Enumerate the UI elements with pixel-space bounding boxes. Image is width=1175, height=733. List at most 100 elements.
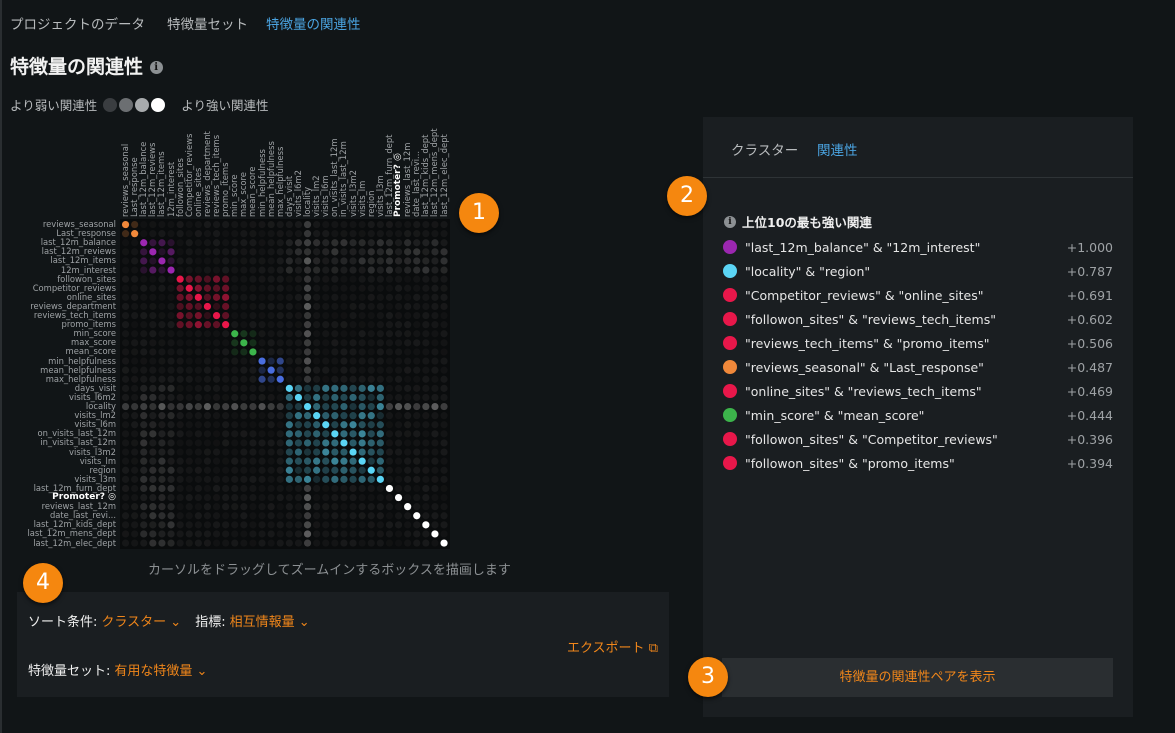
matrix-cell[interactable] <box>267 266 275 274</box>
matrix-cell[interactable] <box>285 457 293 465</box>
matrix-cell[interactable] <box>331 493 339 502</box>
matrix-cell[interactable] <box>203 284 212 292</box>
matrix-cell[interactable] <box>276 393 284 402</box>
matrix-cell[interactable] <box>158 339 166 347</box>
matrix-cell[interactable] <box>176 248 184 256</box>
matrix-cell[interactable] <box>376 275 384 283</box>
matrix-cell[interactable] <box>249 284 257 292</box>
matrix-cell[interactable] <box>140 257 148 265</box>
matrix-cell[interactable] <box>212 366 221 374</box>
matrix-cell[interactable] <box>349 284 357 292</box>
matrix-cell[interactable] <box>322 421 330 429</box>
matrix-cell[interactable] <box>176 521 184 529</box>
matrix-cell[interactable] <box>313 357 321 365</box>
matrix-cell[interactable] <box>367 475 375 483</box>
matrix-cell[interactable] <box>185 430 193 438</box>
matrix-cell[interactable] <box>240 448 248 456</box>
matrix-cell[interactable] <box>149 366 157 374</box>
matrix-cell[interactable] <box>276 257 284 265</box>
matrix-cell[interactable] <box>303 239 312 247</box>
matrix-cell[interactable] <box>294 266 303 274</box>
matrix-cell[interactable] <box>131 302 139 311</box>
matrix-cell[interactable] <box>340 384 348 392</box>
matrix-cell[interactable] <box>249 266 257 274</box>
matrix-cell[interactable] <box>340 439 348 447</box>
matrix-cell[interactable] <box>140 475 148 483</box>
matrix-cell[interactable] <box>185 311 193 320</box>
matrix-cell[interactable] <box>194 530 202 538</box>
matrix-cell[interactable] <box>331 421 339 429</box>
matrix-cell[interactable] <box>158 402 166 411</box>
matrix-cell[interactable] <box>212 521 221 529</box>
matrix-cell[interactable] <box>267 239 275 247</box>
matrix-cell[interactable] <box>231 439 239 447</box>
matrix-cell[interactable] <box>367 421 375 429</box>
matrix-cell[interactable] <box>376 257 384 265</box>
matrix-cell[interactable] <box>358 384 366 392</box>
matrix-cell[interactable] <box>267 402 275 411</box>
matrix-cell[interactable] <box>385 402 394 411</box>
matrix-cell[interactable] <box>440 321 448 329</box>
matrix-cell[interactable] <box>158 521 166 529</box>
matrix-cell[interactable] <box>121 366 130 374</box>
matrix-cell[interactable] <box>385 421 394 429</box>
matrix-cell[interactable] <box>340 311 348 320</box>
matrix-cell[interactable] <box>258 493 266 502</box>
matrix-cell[interactable] <box>404 302 412 311</box>
matrix-cell[interactable] <box>385 302 394 311</box>
matrix-cell[interactable] <box>149 475 157 483</box>
matrix-cell[interactable] <box>331 439 339 447</box>
matrix-cell[interactable] <box>303 457 312 465</box>
matrix-cell[interactable] <box>267 475 275 483</box>
matrix-cell[interactable] <box>194 539 202 547</box>
matrix-cell[interactable] <box>313 448 321 456</box>
matrix-cell[interactable] <box>167 375 175 383</box>
matrix-cell[interactable] <box>404 457 412 465</box>
matrix-cell[interactable] <box>413 275 421 283</box>
matrix-cell[interactable] <box>176 230 184 238</box>
matrix-cell[interactable] <box>385 293 394 301</box>
matrix-cell[interactable] <box>203 357 212 365</box>
matrix-cell[interactable] <box>331 239 339 247</box>
matrix-cell[interactable] <box>358 448 366 456</box>
matrix-cell[interactable] <box>303 230 312 238</box>
matrix-cell[interactable] <box>422 275 430 283</box>
matrix-cell[interactable] <box>367 466 375 474</box>
matrix-cell[interactable] <box>331 412 339 420</box>
matrix-cell[interactable] <box>322 412 330 420</box>
matrix-cell[interactable] <box>422 448 430 456</box>
matrix-cell[interactable] <box>413 266 421 274</box>
matrix-cell[interactable] <box>194 402 202 411</box>
matrix-cell[interactable] <box>422 466 430 474</box>
association-pair[interactable]: "min_score" & "mean_score" +0.444 <box>723 405 1113 425</box>
matrix-cell[interactable] <box>222 448 230 456</box>
matrix-cell[interactable] <box>376 348 384 356</box>
matrix-cell[interactable] <box>349 375 357 383</box>
matrix-cell[interactable] <box>358 284 366 292</box>
matrix-cell[interactable] <box>249 475 257 483</box>
matrix-cell[interactable] <box>176 266 184 274</box>
breadcrumb-project-data[interactable]: プロジェクトのデータ <box>10 13 145 33</box>
matrix-cell[interactable] <box>331 457 339 465</box>
matrix-cell[interactable] <box>158 384 166 392</box>
matrix-cell[interactable] <box>340 493 348 502</box>
matrix-cell[interactable] <box>394 466 403 474</box>
matrix-cell[interactable] <box>194 375 202 383</box>
row-label[interactable]: last_12m_elec_dept <box>33 538 116 548</box>
column-label[interactable]: last_12m_elec_dept <box>439 134 449 217</box>
matrix-cell[interactable] <box>313 412 321 420</box>
matrix-cell[interactable] <box>212 321 221 329</box>
matrix-cell[interactable] <box>140 357 148 365</box>
matrix-cell[interactable] <box>276 384 284 392</box>
matrix-cell[interactable] <box>385 484 394 493</box>
association-pair[interactable]: "locality" & "region" +0.787 <box>723 261 1113 281</box>
matrix-cell[interactable] <box>158 457 166 465</box>
matrix-cell[interactable] <box>158 330 166 338</box>
matrix-cell[interactable] <box>394 493 403 502</box>
matrix-cell[interactable] <box>440 257 448 265</box>
matrix-cell[interactable] <box>422 475 430 483</box>
matrix-cell[interactable] <box>176 475 184 483</box>
matrix-cell[interactable] <box>222 421 230 429</box>
matrix-cell[interactable] <box>422 375 430 383</box>
matrix-cell[interactable] <box>385 466 394 474</box>
